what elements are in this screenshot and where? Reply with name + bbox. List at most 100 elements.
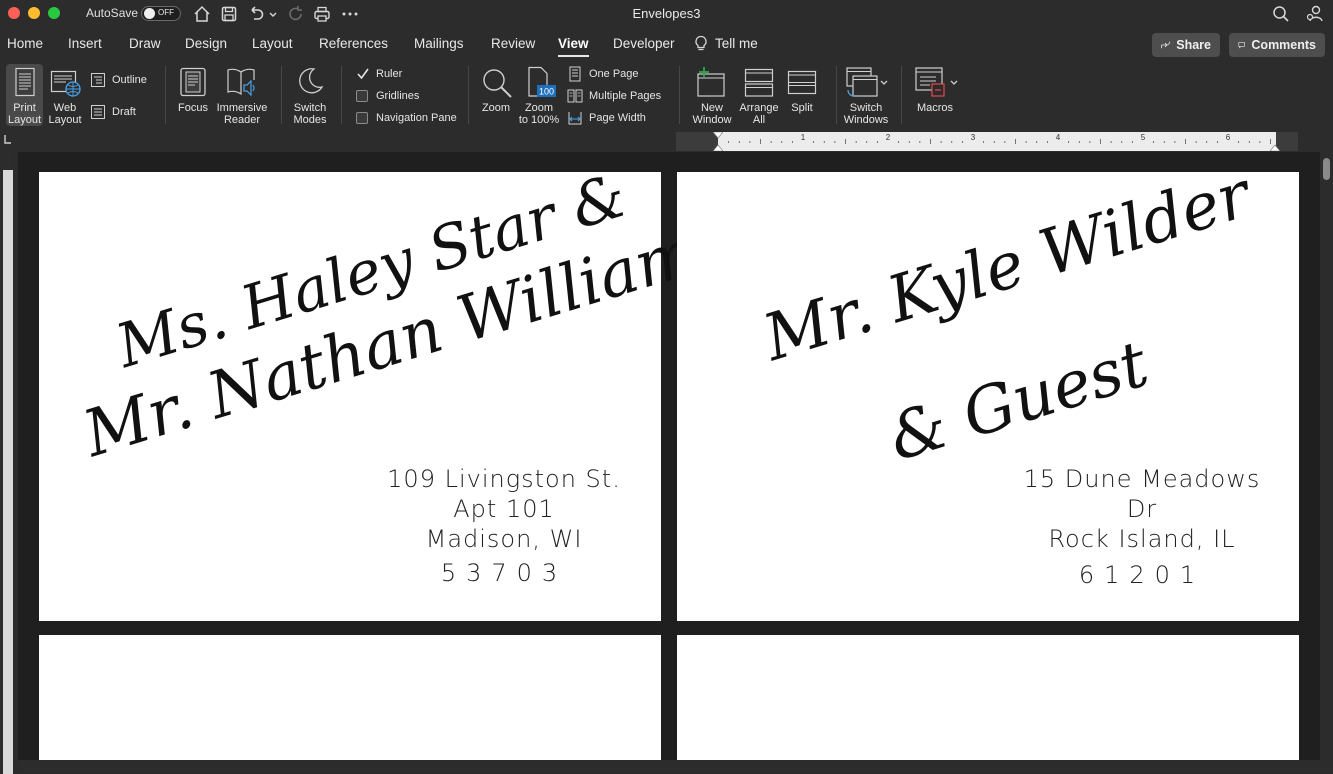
ruler-number: 6: [1226, 133, 1231, 142]
envelope-page-4[interactable]: [677, 635, 1299, 773]
immersive-reader-label-2: Reader: [223, 114, 261, 126]
split-button[interactable]: Split: [784, 102, 820, 114]
zoom-button[interactable]: Zoom: [476, 102, 516, 114]
share-button[interactable]: Share: [1152, 33, 1220, 57]
search-icon[interactable]: [1271, 4, 1291, 24]
address-block: 109 Livingston St. Apt 101 Madison, WI 5…: [379, 464, 629, 588]
horizontal-ruler[interactable]: 1 2 3 4 5 6: [676, 132, 1298, 151]
immersive-reader-icon[interactable]: [226, 67, 258, 97]
tell-me-label[interactable]: Tell me: [715, 36, 758, 51]
envelope-page-3[interactable]: [39, 635, 661, 773]
web-layout-icon[interactable]: [50, 70, 82, 98]
page-width-button[interactable]: Page Width: [589, 112, 646, 124]
share-label: Share: [1176, 38, 1211, 52]
ruler-checkbox[interactable]: [355, 66, 371, 82]
comments-button[interactable]: Comments: [1229, 33, 1325, 57]
multiple-pages-button[interactable]: Multiple Pages: [589, 90, 661, 102]
draft-button[interactable]: Draft: [112, 106, 136, 118]
recipient-line-1: Mr. Kyle Wilder: [755, 158, 1259, 376]
ribbon-separator: [679, 66, 680, 124]
navigation-pane-checkbox[interactable]: [356, 112, 368, 124]
ribbon-separator: [281, 66, 282, 124]
switch-modes-label-1: Switch: [293, 102, 327, 114]
print-layout-icon[interactable]: [13, 67, 37, 97]
share-icon: [1161, 41, 1171, 49]
zoom-100-label-1: Zoom: [524, 102, 554, 114]
tab-developer[interactable]: Developer: [613, 36, 675, 51]
tab-draw[interactable]: Draw: [129, 36, 161, 51]
print-layout-button[interactable]: Print Layout: [6, 102, 43, 126]
horizontal-scrollbar[interactable]: [18, 760, 1320, 773]
arrange-all-icon[interactable]: [744, 68, 774, 98]
zoom-100-icon[interactable]: 100: [525, 66, 557, 100]
scrollbar-thumb[interactable]: [1323, 158, 1330, 180]
comment-icon: [1238, 42, 1245, 49]
comments-label: Comments: [1251, 38, 1316, 52]
recipient-line-2: & Guest: [880, 327, 1157, 476]
multiple-pages-icon: [567, 89, 583, 103]
ruler-number: 3: [971, 133, 976, 142]
address-street: 109 Livingston St.: [387, 465, 621, 493]
new-window-icon[interactable]: [695, 66, 727, 98]
split-icon[interactable]: [787, 70, 817, 96]
ribbon-separator: [468, 66, 469, 124]
address-city: Rock Island, IL: [1048, 525, 1236, 553]
draft-icon: [91, 105, 105, 119]
tab-insert[interactable]: Insert: [68, 36, 102, 51]
tab-review[interactable]: Review: [491, 36, 535, 51]
navigation-pane-label[interactable]: Navigation Pane: [376, 112, 457, 124]
one-page-button[interactable]: One Page: [589, 68, 639, 80]
switch-modes-label-2: Modes: [293, 114, 327, 126]
focus-button[interactable]: Focus: [172, 102, 214, 114]
new-window-button[interactable]: New Window: [688, 102, 736, 126]
zoom-icon[interactable]: [481, 67, 513, 99]
lightbulb-icon[interactable]: [694, 35, 708, 52]
document-canvas[interactable]: Ms. Haley Star & Mr. Nathan Williams 109…: [18, 152, 1320, 773]
macros-icon[interactable]: [914, 66, 960, 100]
address-street: 15 Dune Meadows Dr: [1023, 465, 1261, 523]
one-page-icon: [569, 66, 581, 82]
web-layout-button[interactable]: Web Layout: [44, 102, 86, 126]
print-layout-label-1: Print: [13, 102, 36, 114]
gridlines-label[interactable]: Gridlines: [376, 90, 419, 102]
web-layout-label-2: Layout: [48, 114, 82, 126]
switch-modes-button[interactable]: Switch Modes: [287, 102, 333, 126]
vertical-ruler[interactable]: [0, 152, 14, 774]
switch-windows-label-1: Switch: [849, 102, 883, 114]
switch-windows-icon[interactable]: [844, 66, 890, 100]
page-width-icon: [568, 112, 582, 125]
gridlines-checkbox[interactable]: [356, 90, 368, 102]
account-icon[interactable]: [1305, 4, 1325, 24]
ruler-number: 4: [1056, 133, 1061, 142]
address-apt: Apt 101: [453, 495, 555, 523]
switch-windows-button[interactable]: Switch Windows: [840, 102, 892, 126]
tab-mailings[interactable]: Mailings: [414, 36, 464, 51]
immersive-reader-button[interactable]: Immersive Reader: [214, 102, 270, 126]
tab-view[interactable]: View: [558, 36, 589, 57]
first-line-indent-marker[interactable]: [713, 132, 723, 151]
zoom-100-button[interactable]: Zoom to 100%: [514, 102, 564, 126]
ruler-number: 5: [1141, 133, 1146, 142]
ruler-label[interactable]: Ruler: [376, 68, 402, 80]
envelope-page-1[interactable]: Ms. Haley Star & Mr. Nathan Williams 109…: [39, 161, 737, 621]
address-city: Madison, WI: [425, 525, 583, 553]
right-indent-marker[interactable]: [1270, 142, 1280, 151]
tab-layout[interactable]: Layout: [252, 36, 293, 51]
arrange-all-button[interactable]: Arrange All: [736, 102, 782, 126]
outline-button[interactable]: Outline: [112, 74, 147, 86]
tab-stop-icon[interactable]: [2, 134, 12, 146]
macros-button[interactable]: Macros: [910, 102, 960, 114]
tab-home[interactable]: Home: [7, 36, 43, 51]
immersive-reader-label-1: Immersive: [216, 102, 268, 114]
moon-icon[interactable]: [296, 67, 324, 97]
ruler-ticks: 1 2 3 4 5 6: [728, 133, 1271, 144]
tab-references[interactable]: References: [319, 36, 388, 51]
vertical-scrollbar[interactable]: [1320, 152, 1333, 773]
new-window-label-1: New: [700, 102, 723, 114]
focus-icon[interactable]: [179, 67, 207, 97]
ribbon-separator: [901, 66, 902, 124]
envelope-page-2[interactable]: Mr. Kyle Wilder & Guest 15 Dune Meadows …: [677, 158, 1299, 621]
arrange-all-label-2: All: [752, 114, 766, 126]
ribbon-separator: [836, 66, 837, 124]
tab-design[interactable]: Design: [185, 36, 227, 51]
